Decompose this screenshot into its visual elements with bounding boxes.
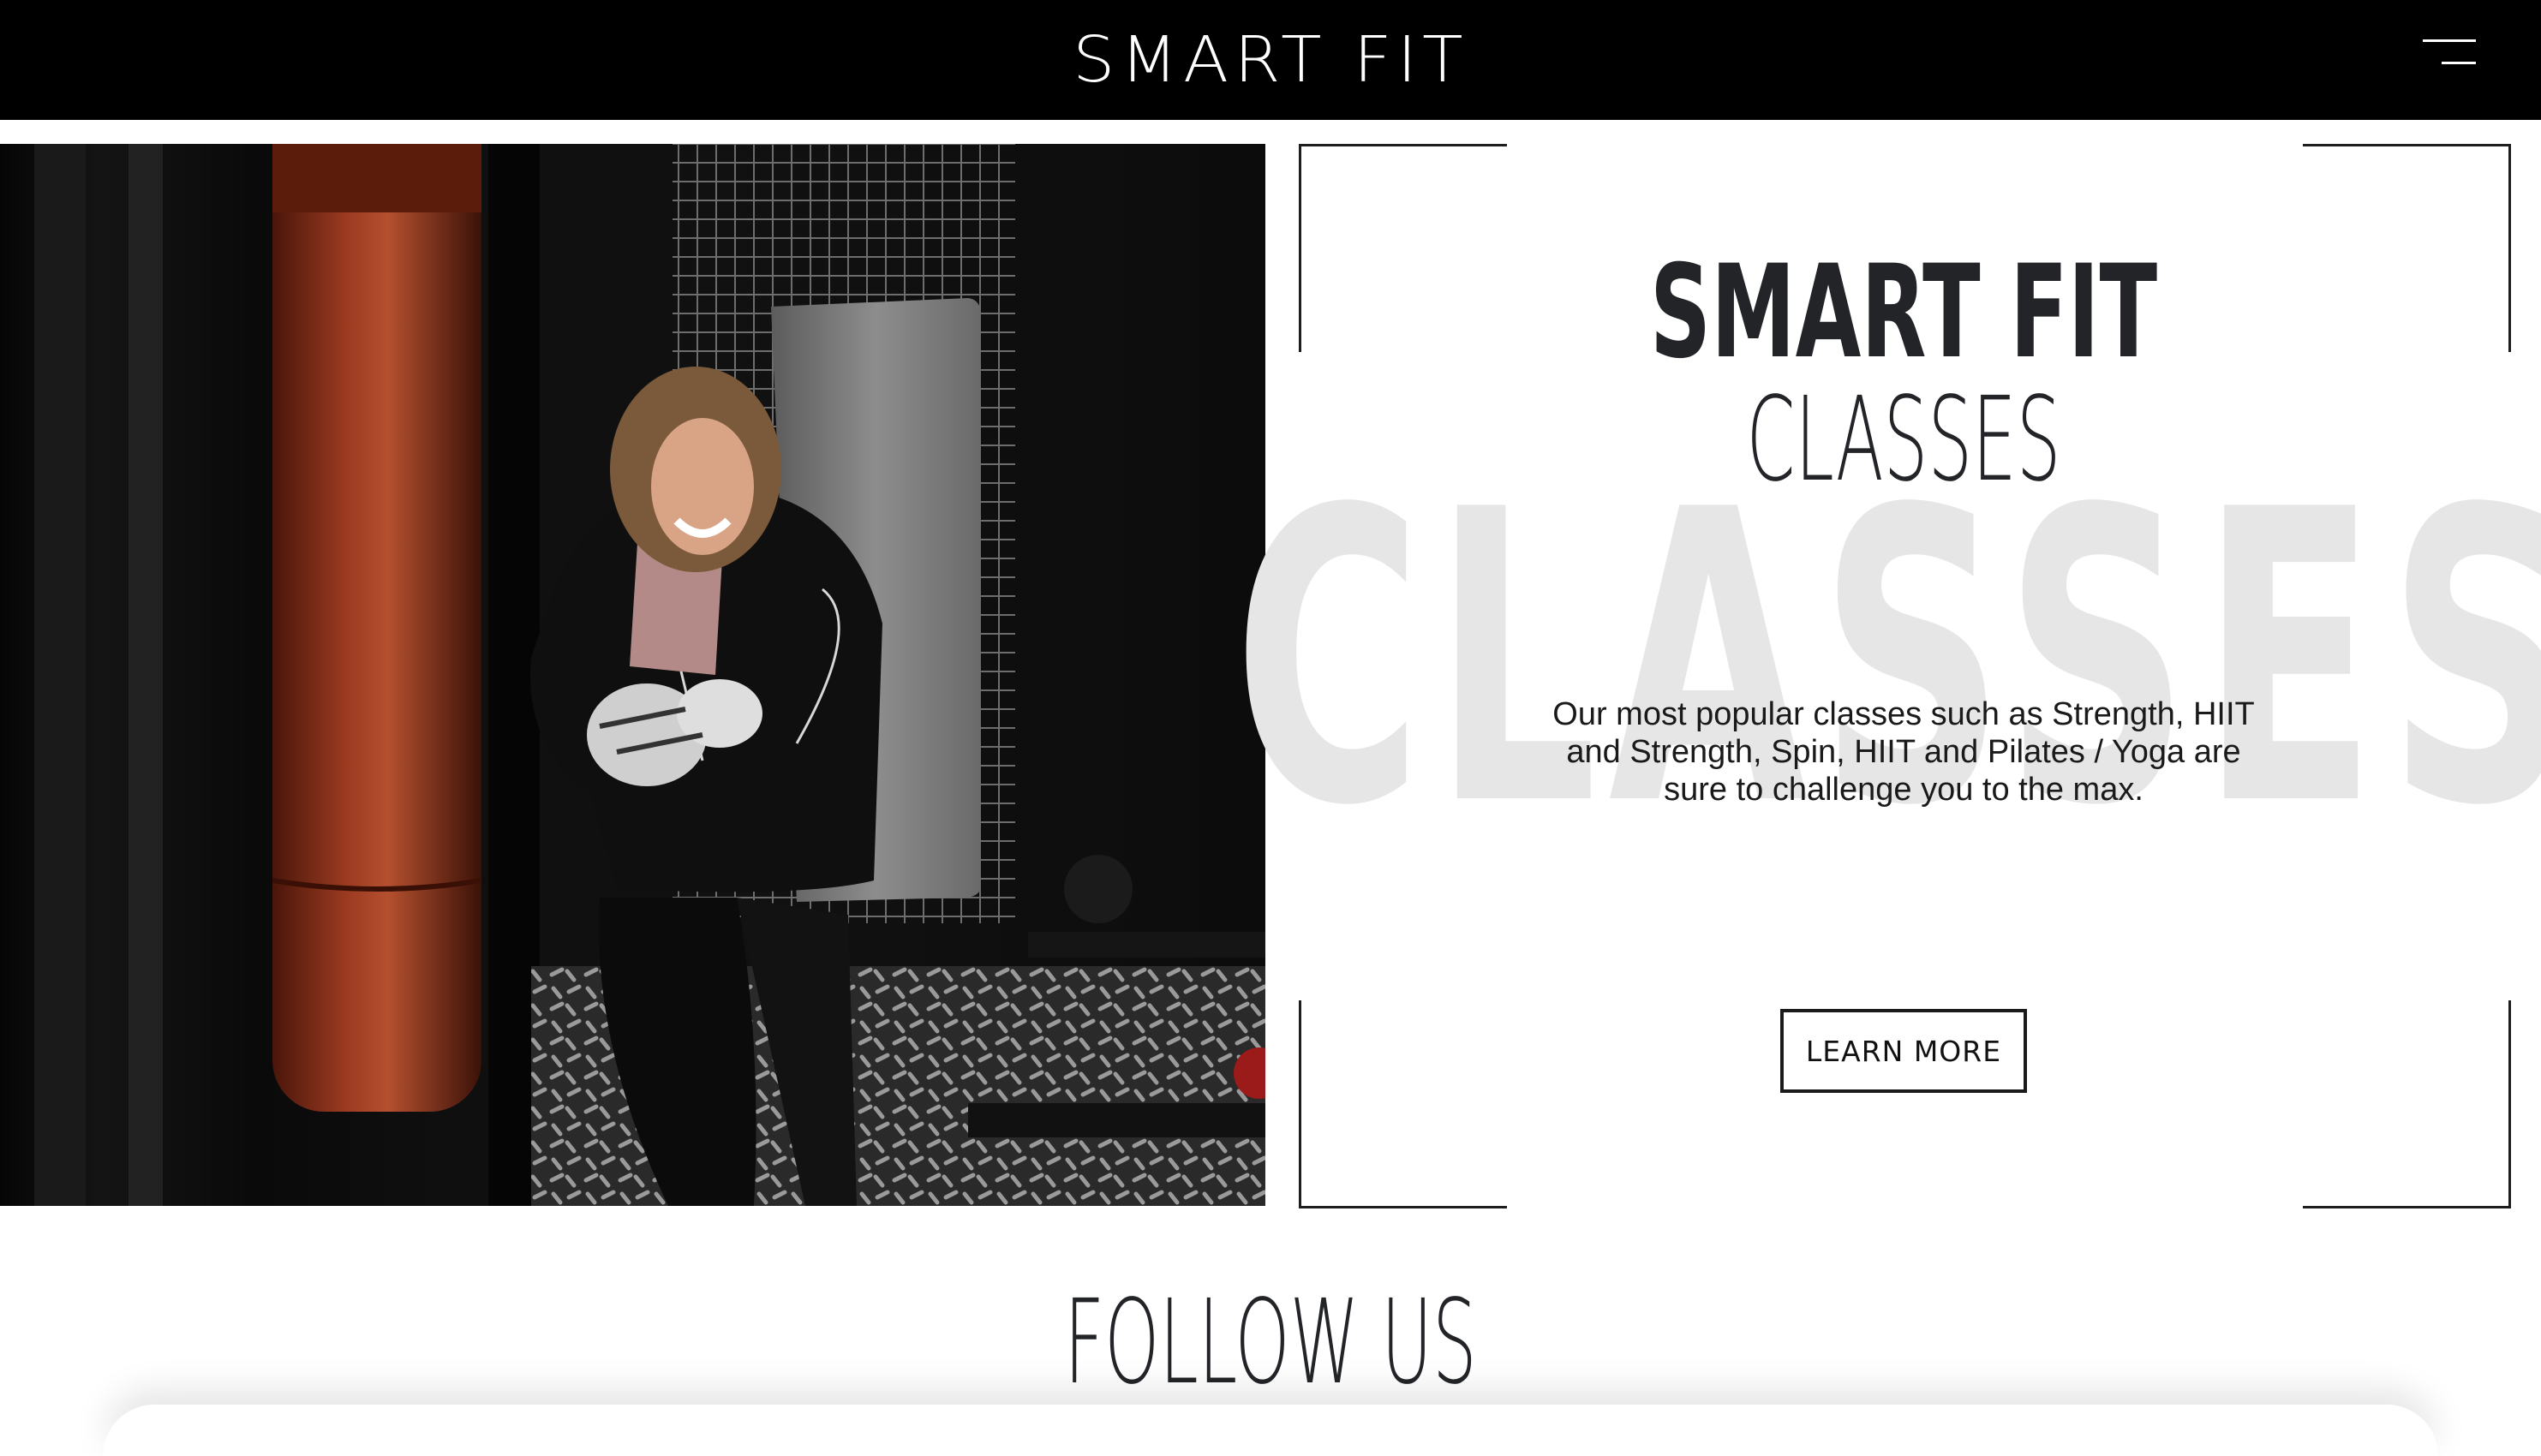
- follow-us-card-edge: [103, 1405, 2438, 1456]
- classes-title: SMART FIT: [1649, 238, 2158, 387]
- menu-line-top: [2423, 39, 2476, 42]
- frame-corner-bottom-right: [2303, 1000, 2511, 1208]
- hero-photo: [0, 144, 1265, 1206]
- top-navigation-bar: SMART FIT: [0, 0, 2541, 120]
- menu-line-bottom: [2442, 62, 2476, 64]
- learn-more-button[interactable]: LEARN MORE: [1780, 1009, 2027, 1093]
- classes-description: Our most popular classes such as Strengt…: [1552, 696, 2255, 808]
- frame-corner-top-left: [1299, 144, 1507, 352]
- frame-corner-bottom-left: [1299, 1000, 1507, 1208]
- follow-us-heading: FOLLOW US: [1064, 1275, 1477, 1411]
- frame-corner-top-right: [2303, 144, 2511, 352]
- smart-fit-logo[interactable]: SMART FIT: [0, 0, 2541, 120]
- classes-subtitle: CLASSES: [1746, 373, 2061, 508]
- hamburger-menu-icon[interactable]: [2416, 34, 2476, 72]
